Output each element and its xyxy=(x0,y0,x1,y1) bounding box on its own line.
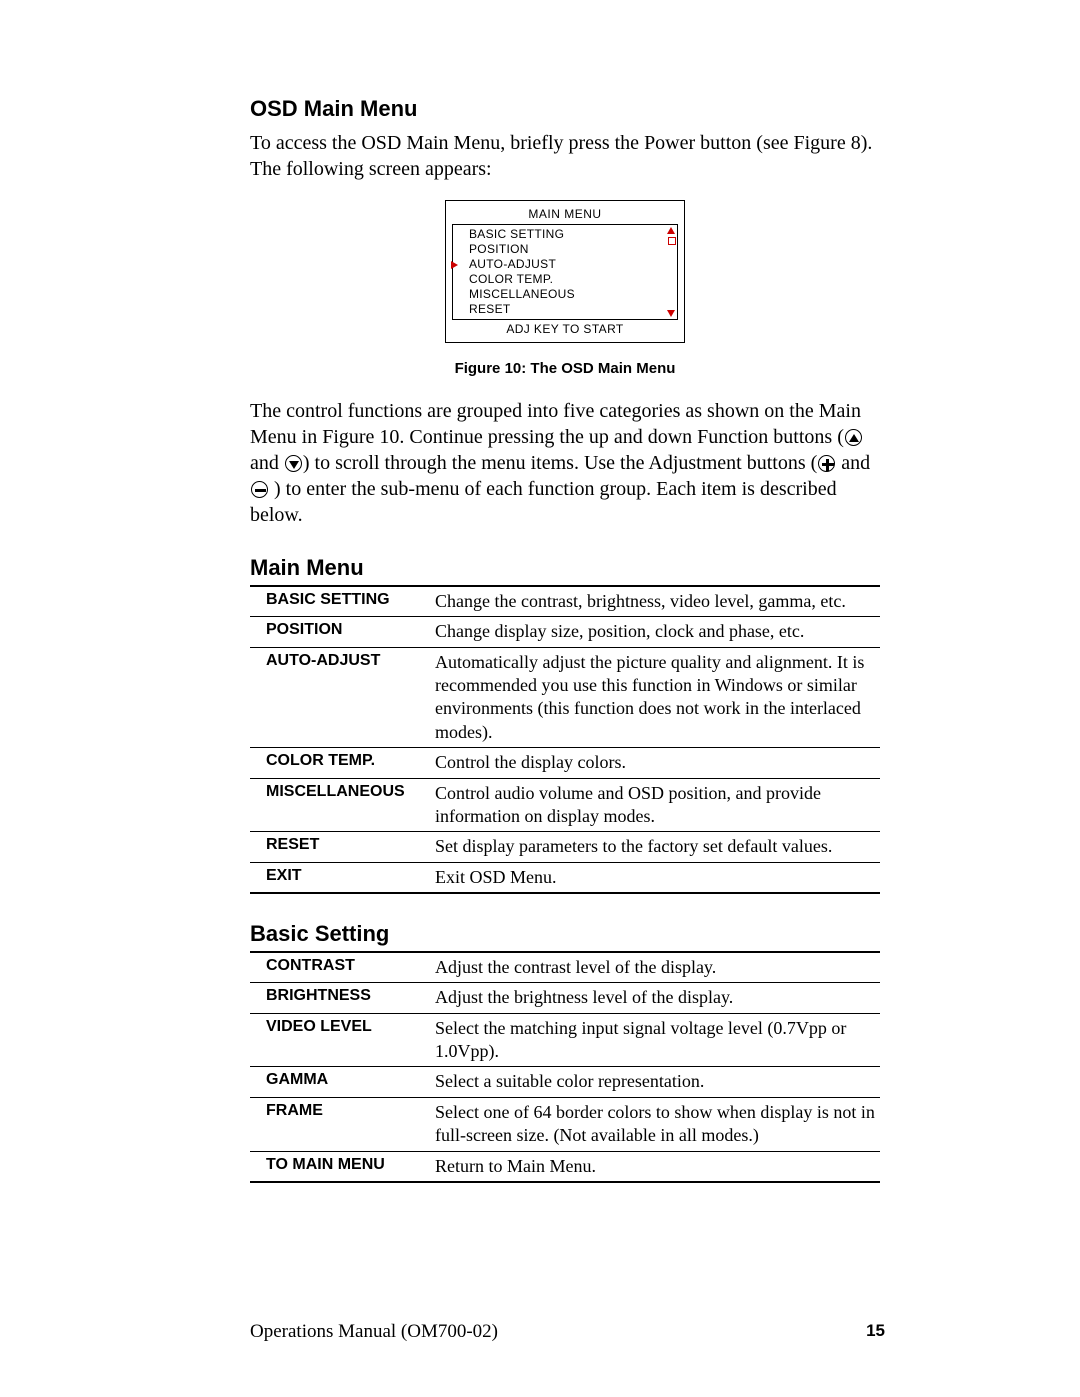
row-description: Set display parameters to the factory se… xyxy=(435,832,880,862)
description-paragraph: The control functions are grouped into f… xyxy=(250,398,880,528)
plus-icon xyxy=(818,455,835,472)
page-number: 15 xyxy=(866,1320,885,1345)
table-row: MISCELLANEOUSControl audio volume and OS… xyxy=(250,778,880,832)
osd-menu-item: BASIC SETTING xyxy=(459,227,671,242)
figure-caption: Figure 10: The OSD Main Menu xyxy=(250,359,880,379)
table-row: VIDEO LEVELSelect the matching input sig… xyxy=(250,1013,880,1067)
desc-text: and xyxy=(250,452,284,474)
row-label: BASIC SETTING xyxy=(250,587,435,617)
row-description: Select the matching input signal voltage… xyxy=(435,1013,880,1067)
row-description: Adjust the contrast level of the display… xyxy=(435,953,880,983)
definition-table: CONTRASTAdjust the contrast level of the… xyxy=(250,953,880,1183)
table-row: GAMMASelect a suitable color representat… xyxy=(250,1067,880,1097)
down-arrow-icon xyxy=(285,455,302,472)
osd-figure-footer: ADJ KEY TO START xyxy=(452,322,678,338)
osd-menu-item: RESET xyxy=(459,302,671,317)
desc-text: and xyxy=(836,452,870,474)
row-description: Select a suitable color representation. xyxy=(435,1067,880,1097)
row-label: GAMMA xyxy=(250,1067,435,1097)
section-heading: OSD Main Menu xyxy=(250,95,880,124)
table-row: BRIGHTNESSAdjust the brightness level of… xyxy=(250,983,880,1013)
row-description: Control the display colors. xyxy=(435,748,880,778)
row-description: Change the contrast, brightness, video l… xyxy=(435,587,880,617)
table-row: COLOR TEMP.Control the display colors. xyxy=(250,748,880,778)
osd-menu-item: POSITION xyxy=(459,242,671,257)
table-row: FRAMESelect one of 64 border colors to s… xyxy=(250,1097,880,1151)
definition-table: BASIC SETTINGChange the contrast, bright… xyxy=(250,587,880,894)
row-label: TO MAIN MENU xyxy=(250,1151,435,1182)
table-row: BASIC SETTINGChange the contrast, bright… xyxy=(250,587,880,617)
row-label: CONTRAST xyxy=(250,953,435,983)
row-description: Return to Main Menu. xyxy=(435,1151,880,1182)
desc-text: The control functions are grouped into f… xyxy=(250,400,861,448)
row-label: VIDEO LEVEL xyxy=(250,1013,435,1067)
row-description: Control audio volume and OSD position, a… xyxy=(435,778,880,832)
page-footer: Operations Manual (OM700-02) 15 xyxy=(250,1320,885,1345)
row-label: POSITION xyxy=(250,617,435,647)
row-description: Select one of 64 border colors to show w… xyxy=(435,1097,880,1151)
osd-figure-inner: BASIC SETTINGPOSITIONAUTO-ADJUSTCOLOR TE… xyxy=(452,224,678,320)
desc-text: ) to enter the sub-menu of each function… xyxy=(250,478,837,526)
osd-menu-item: COLOR TEMP. xyxy=(459,272,671,287)
row-description: Adjust the brightness level of the displ… xyxy=(435,983,880,1013)
row-description: Change display size, position, clock and… xyxy=(435,617,880,647)
table-row: EXITExit OSD Menu. xyxy=(250,862,880,893)
row-description: Exit OSD Menu. xyxy=(435,862,880,893)
desc-text: ) to scroll through the menu items. Use … xyxy=(303,452,817,474)
row-label: BRIGHTNESS xyxy=(250,983,435,1013)
footer-left: Operations Manual (OM700-02) xyxy=(250,1320,498,1345)
row-label: RESET xyxy=(250,832,435,862)
row-description: Automatically adjust the picture quality… xyxy=(435,647,880,748)
row-label: COLOR TEMP. xyxy=(250,748,435,778)
table-row: POSITIONChange display size, position, c… xyxy=(250,617,880,647)
up-arrow-icon xyxy=(845,429,862,446)
table-row: AUTO-ADJUSTAutomatically adjust the pict… xyxy=(250,647,880,748)
minus-icon xyxy=(251,481,268,498)
osd-menu-item: AUTO-ADJUST xyxy=(459,257,671,272)
table-row: CONTRASTAdjust the contrast level of the… xyxy=(250,953,880,983)
intro-paragraph: To access the OSD Main Menu, briefly pre… xyxy=(250,130,880,182)
row-label: AUTO-ADJUST xyxy=(250,647,435,748)
row-label: EXIT xyxy=(250,862,435,893)
osd-figure: MAIN MENU BASIC SETTINGPOSITIONAUTO-ADJU… xyxy=(445,200,685,343)
osd-menu-item: MISCELLANEOUS xyxy=(459,287,671,302)
subsection-heading: Main Menu xyxy=(250,554,880,587)
osd-figure-title: MAIN MENU xyxy=(452,207,678,223)
table-row: TO MAIN MENUReturn to Main Menu. xyxy=(250,1151,880,1182)
row-label: FRAME xyxy=(250,1097,435,1151)
row-label: MISCELLANEOUS xyxy=(250,778,435,832)
table-row: RESETSet display parameters to the facto… xyxy=(250,832,880,862)
subsection-heading: Basic Setting xyxy=(250,920,880,953)
